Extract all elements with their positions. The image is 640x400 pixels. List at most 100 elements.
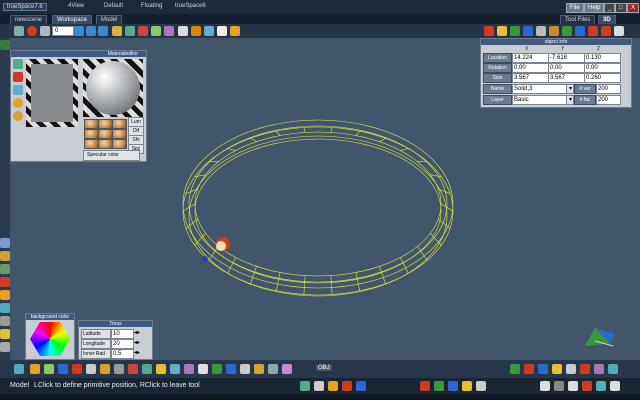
plane-prim-icon[interactable] (142, 364, 152, 374)
green-tool-icon[interactable] (510, 364, 520, 374)
play-back-icon[interactable] (74, 26, 84, 36)
menu-4view[interactable]: 4View (68, 3, 84, 9)
play-icon[interactable] (86, 26, 96, 36)
snap-icon[interactable] (462, 381, 472, 391)
stop-icon[interactable] (580, 364, 590, 374)
texture-preview[interactable] (26, 59, 78, 127)
status-tool-icon[interactable] (300, 381, 310, 391)
document-icon[interactable] (178, 26, 188, 36)
file-button[interactable]: File (566, 3, 584, 13)
location-x-field[interactable]: 14.224 (512, 53, 549, 63)
cone-tool-icon[interactable] (0, 277, 10, 287)
torus-prim-icon[interactable] (100, 364, 110, 374)
grid-snap-icon[interactable] (476, 381, 486, 391)
step-forward-icon[interactable] (98, 26, 108, 36)
camera-prim-icon[interactable] (170, 364, 180, 374)
green-cube-icon[interactable] (212, 364, 222, 374)
move-icon[interactable] (562, 26, 572, 36)
light-tool-icon[interactable] (0, 329, 10, 339)
paint-icon[interactable] (151, 26, 161, 36)
texture-icon[interactable] (549, 26, 559, 36)
latitude-stepper-icon[interactable]: ◂▸ (134, 329, 146, 337)
status-tool-icon[interactable] (342, 381, 352, 391)
layer-field[interactable]: Basic (512, 95, 567, 105)
material-swatch[interactable] (98, 139, 113, 149)
material-swatch[interactable] (84, 129, 99, 139)
rotation-z-field[interactable]: 0.00 (584, 63, 621, 73)
cylinder-prim-icon[interactable] (114, 364, 124, 374)
inner-radius-stepper-icon[interactable]: ◂▸ (134, 349, 146, 357)
blue-cube-icon[interactable] (226, 364, 236, 374)
material-swatch[interactable] (98, 129, 113, 139)
paint-tool-icon[interactable] (13, 72, 23, 82)
material-icon[interactable] (204, 26, 214, 36)
size-z-field[interactable]: 0.260 (584, 73, 621, 83)
minimize-icon[interactable]: _ (604, 3, 616, 13)
text-tool-icon[interactable] (0, 316, 10, 326)
material-swatch[interactable] (112, 139, 127, 149)
inner-radius-field[interactable]: 0.5 (111, 349, 134, 359)
folder-icon[interactable] (230, 26, 240, 36)
world-icon[interactable] (608, 364, 618, 374)
fire-icon[interactable] (72, 364, 82, 374)
material-swatch[interactable] (84, 139, 99, 149)
specular-color-label[interactable]: Specular color (83, 150, 140, 161)
record-icon[interactable] (27, 26, 37, 36)
wood-prim-icon[interactable] (254, 364, 264, 374)
info-icon[interactable] (610, 381, 620, 391)
anim-icon[interactable] (594, 364, 604, 374)
sphere-prim-icon[interactable] (86, 364, 96, 374)
z-axis-icon[interactable] (523, 26, 533, 36)
rotation-y-field[interactable]: 0.00 (548, 63, 585, 73)
red-tool-icon[interactable] (524, 364, 534, 374)
z-constraint-icon[interactable] (448, 381, 458, 391)
grid-icon[interactable] (112, 26, 122, 36)
y-axis-icon[interactable] (510, 26, 520, 36)
status-tool-icon[interactable] (356, 381, 366, 391)
grey-tool-icon[interactable] (566, 364, 576, 374)
location-z-field[interactable]: 0.130 (584, 53, 621, 63)
cylinder-tool-icon[interactable] (0, 264, 10, 274)
material-swatch[interactable] (98, 119, 113, 129)
size-y-field[interactable]: 3.567 (548, 73, 585, 83)
light-icon[interactable] (497, 26, 507, 36)
arrow-icon[interactable] (198, 364, 208, 374)
cube-icon[interactable] (191, 26, 201, 36)
material-swatch[interactable] (112, 119, 127, 129)
layers-icon[interactable] (14, 364, 24, 374)
longitude-stepper-icon[interactable]: ◂▸ (134, 339, 146, 347)
x-axis-icon[interactable] (484, 26, 494, 36)
longitude-field[interactable]: 20 (111, 339, 134, 349)
help-button[interactable]: Help (584, 3, 605, 13)
deform-icon[interactable] (282, 364, 292, 374)
yellow-tool-icon[interactable] (552, 364, 562, 374)
widget-axis-handle[interactable] (202, 256, 208, 262)
grid-tool-icon[interactable] (0, 40, 10, 50)
layer-dropdown-icon[interactable]: ▾ (566, 95, 574, 105)
frame-input[interactable]: 0 (52, 26, 74, 36)
grid-prim-icon[interactable] (240, 364, 250, 374)
rewind-icon[interactable] (40, 26, 50, 36)
status-tool-icon[interactable] (314, 381, 324, 391)
rotation-x-field[interactable]: 0.00 (512, 63, 549, 73)
sphere-tool-icon[interactable] (0, 238, 10, 248)
menu-default[interactable]: Default (104, 3, 123, 9)
material-tool-icon[interactable] (13, 59, 23, 69)
close-icon[interactable]: X (627, 3, 640, 13)
orange-ball-icon[interactable] (13, 111, 23, 121)
camera-icon[interactable] (164, 26, 174, 36)
object-icon[interactable] (536, 26, 546, 36)
menu-floating[interactable]: Floating (141, 3, 162, 9)
material-swatch[interactable] (112, 129, 127, 139)
menu-truespace6[interactable]: trueSpace6 (175, 3, 206, 9)
folder-tool-icon[interactable] (30, 364, 40, 374)
axis-gizmo-icon[interactable] (585, 328, 615, 347)
torus-tool-icon[interactable] (0, 251, 10, 261)
mesh-icon[interactable] (268, 364, 278, 374)
text-prim-icon[interactable] (184, 364, 194, 374)
water-icon[interactable] (58, 364, 68, 374)
location-y-field[interactable]: -7.618 (548, 53, 585, 63)
brush-tool-icon[interactable] (13, 85, 23, 95)
status-tool-icon[interactable] (328, 381, 338, 391)
y-constraint-icon[interactable] (434, 381, 444, 391)
